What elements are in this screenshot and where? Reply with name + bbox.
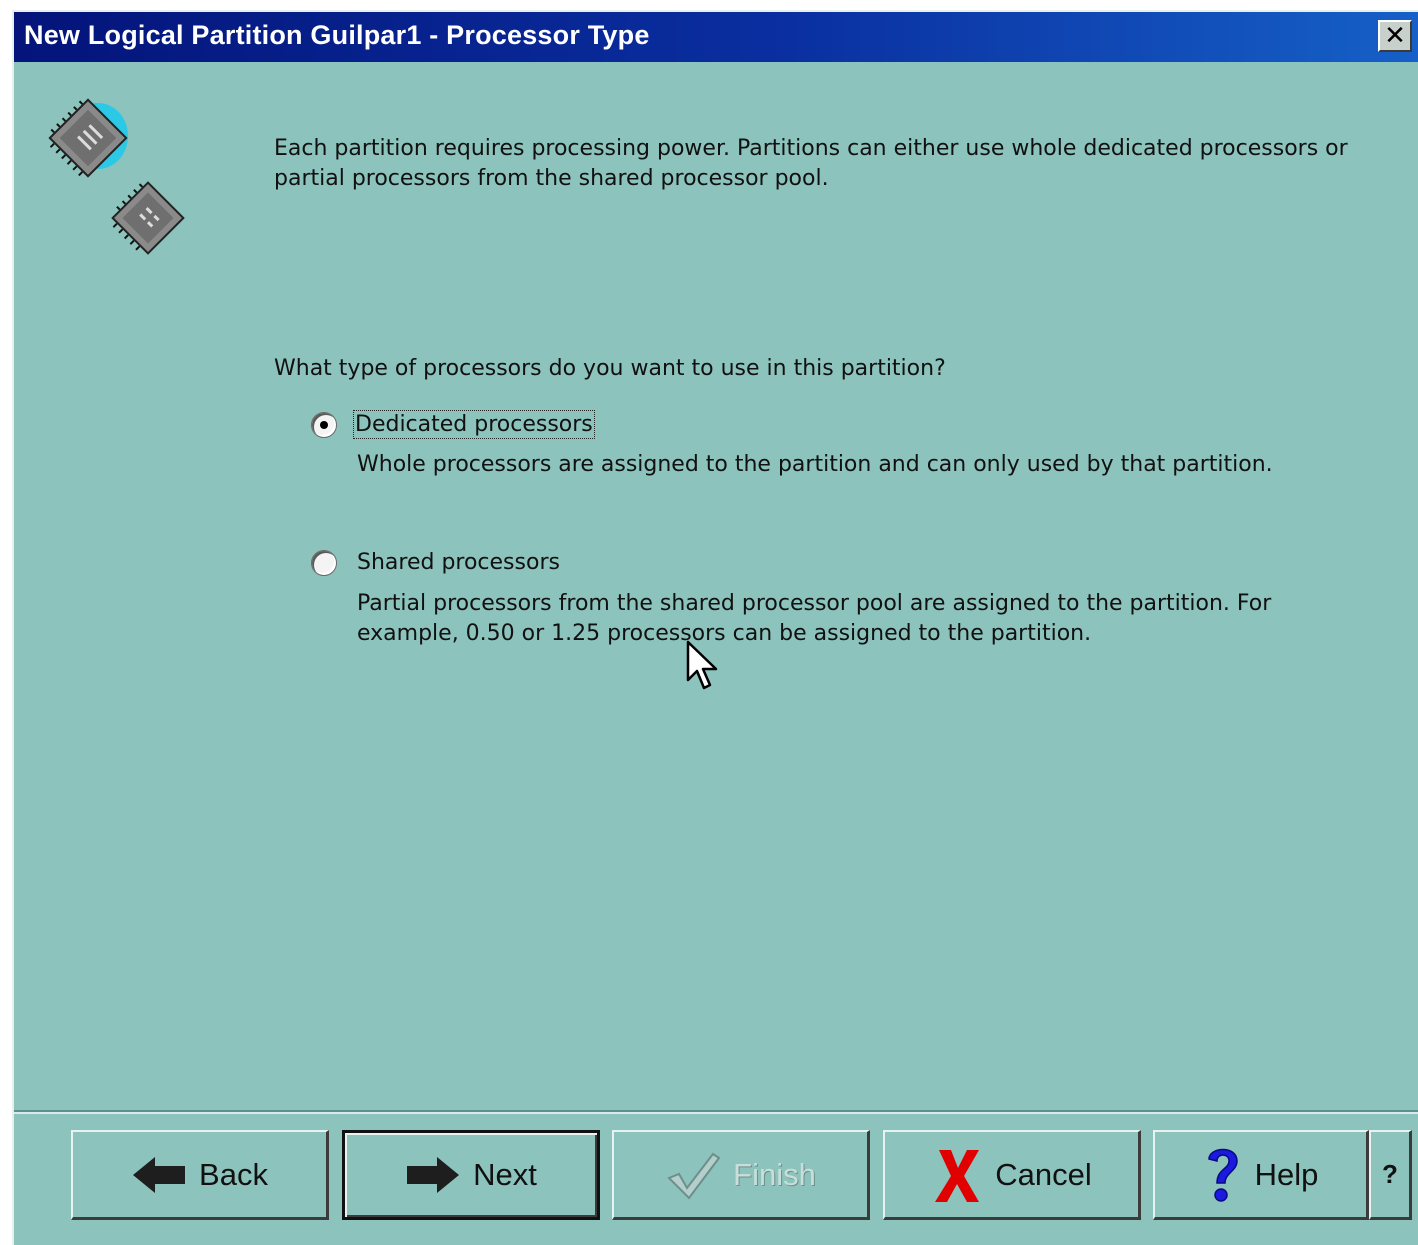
title-bar: New Logical Partition Guilpar1 - Process… xyxy=(14,12,1418,62)
finish-button[interactable]: Finish xyxy=(612,1130,870,1220)
close-icon: ✕ xyxy=(1384,21,1406,51)
close-button[interactable]: ✕ xyxy=(1378,20,1412,52)
finish-button-label: Finish xyxy=(733,1156,816,1192)
shared-processors-description-line1: Partial processors from the shared proce… xyxy=(357,591,1272,616)
mouse-pointer-icon xyxy=(686,640,718,690)
checkmark-icon xyxy=(667,1152,721,1200)
shared-processors-label[interactable]: Shared processors xyxy=(357,550,560,575)
button-separator xyxy=(14,1110,1418,1114)
wizard-window: New Logical Partition Guilpar1 - Process… xyxy=(12,10,1418,1245)
question-label: What type of processors do you want to u… xyxy=(274,356,946,381)
intro-text: Each partition requires processing power… xyxy=(274,136,1348,191)
whats-this-button[interactable]: ? xyxy=(1369,1130,1412,1220)
dedicated-processors-label[interactable]: Dedicated processors xyxy=(353,410,595,439)
whats-this-label: ? xyxy=(1382,1159,1398,1189)
right-arrow-icon xyxy=(407,1157,460,1193)
dedicated-processors-radio[interactable] xyxy=(311,412,337,438)
next-button-label: Next xyxy=(473,1157,537,1192)
left-arrow-icon xyxy=(133,1156,186,1193)
shared-processors-description-line2: example, 0.50 or 1.25 processors can be … xyxy=(357,621,1092,646)
dedicated-processors-description: Whole processors are assigned to the par… xyxy=(357,452,1273,477)
cancel-button[interactable]: Cancel xyxy=(883,1130,1141,1220)
back-button[interactable]: Back xyxy=(71,1130,329,1220)
shared-processors-radio[interactable] xyxy=(311,550,337,576)
help-button-label: Help xyxy=(1254,1156,1319,1192)
processor-chip-icon xyxy=(111,181,185,255)
x-icon xyxy=(935,1149,980,1202)
cancel-button-label: Cancel xyxy=(995,1156,1092,1192)
back-button-label: Back xyxy=(199,1156,268,1192)
processor-chip-icon xyxy=(48,98,128,178)
window-title: New Logical Partition Guilpar1 - Process… xyxy=(24,20,650,50)
help-button[interactable]: Help xyxy=(1153,1130,1369,1220)
question-mark-icon xyxy=(1207,1148,1238,1202)
next-button[interactable]: Next xyxy=(342,1130,600,1220)
